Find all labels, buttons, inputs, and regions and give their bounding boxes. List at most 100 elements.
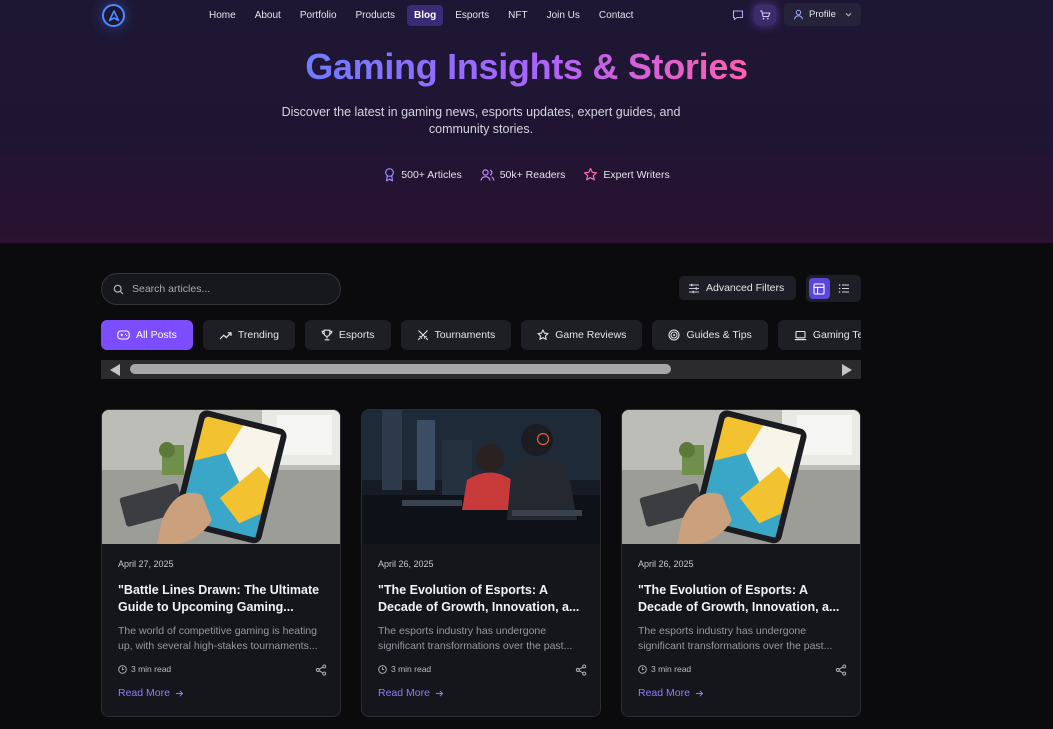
chip-label: All Posts [136,329,177,341]
nav-links: Home About Portfolio Products Blog Espor… [202,5,645,26]
nav-esports[interactable]: Esports [448,5,496,26]
star-icon [584,167,598,181]
share-icon[interactable] [575,664,587,676]
chat-icon [732,10,744,21]
read-more-label: Read More [378,687,430,699]
stat-label: 500+ Articles [401,168,462,181]
hero-stats: 500+ Articles 50k+ Readers Expert Writer… [0,167,1053,182]
read-more-link[interactable]: Read More [638,687,704,699]
nav-contact[interactable]: Contact [592,5,640,26]
view-toggle [806,275,861,302]
chip-tournaments[interactable]: Tournaments [400,320,512,350]
logo-icon [108,9,119,21]
category-filter-bar: All Posts Trending Esports Tournaments G… [101,320,861,350]
chip-label: Tournaments [434,329,496,341]
chip-gaming-tech[interactable]: Gaming Tech [777,320,861,350]
page-title: Gaming Insights & Stories [305,46,748,87]
post-image[interactable] [102,410,340,544]
users-icon [480,168,495,181]
post-excerpt: The esports industry has undergone signi… [378,625,573,652]
scroll-right-arrow[interactable] [842,364,852,376]
post-image[interactable] [622,410,860,544]
grid-view-button[interactable] [809,278,830,299]
search-box [101,273,341,305]
chip-trending[interactable]: Trending [202,320,295,350]
clock-icon [118,664,127,674]
chevron-down-icon [845,12,852,17]
post-date: April 26, 2025 [378,559,434,569]
advanced-filters-button[interactable]: Advanced Filters [679,276,796,300]
chip-guides-tips[interactable]: Guides & Tips [652,320,768,350]
chip-esports[interactable]: Esports [304,320,391,350]
nav-products[interactable]: Products [349,5,402,26]
post-date: April 26, 2025 [638,559,694,569]
scroll-thumb[interactable] [130,364,671,374]
share-icon[interactable] [835,664,847,676]
logo[interactable] [102,4,125,27]
post-meta: 3 min read [638,664,691,674]
chip-label: Esports [338,329,375,341]
top-navbar: Home About Portfolio Products Blog Espor… [0,0,1053,32]
search-input[interactable] [132,283,322,295]
list-icon [838,284,849,293]
profile-button[interactable]: Profile [784,3,861,26]
gamepad-icon [117,330,130,340]
read-time: 3 min read [651,664,692,674]
chip-label: Guides & Tips [686,329,752,341]
nav-nft[interactable]: NFT [501,5,534,26]
category-scrollbar[interactable] [101,360,861,379]
list-view-button[interactable] [834,278,855,299]
stat-writers: Expert Writers [583,167,670,182]
trophy-icon [321,329,333,341]
messages-button[interactable] [727,5,749,25]
read-more-link[interactable]: Read More [378,687,444,699]
tablet-photo [622,410,860,544]
read-time: 3 min read [131,664,172,674]
grid-icon [813,282,825,295]
tablet-photo [102,410,340,544]
nav-join-us[interactable]: Join Us [540,5,587,26]
post-meta: 3 min read [378,664,431,674]
star-icon [537,329,549,340]
post-meta: 3 min read [118,664,171,674]
sliders-icon [689,283,699,293]
cart-icon [760,10,771,20]
cart-button[interactable] [754,5,776,25]
nav-about[interactable]: About [248,5,288,26]
post-title[interactable]: "The Evolution of Esports: A Decade of G… [638,582,848,616]
trending-icon [219,331,232,339]
read-more-label: Read More [638,687,690,699]
esports-photo [362,410,600,544]
stat-readers: 50k+ Readers [480,167,566,182]
nav-portfolio[interactable]: Portfolio [293,5,344,26]
clock-icon [638,664,647,674]
chip-label: Gaming Tech [812,329,861,341]
hero-subtitle: Discover the latest in gaming news, espo… [281,105,681,136]
arrow-right-icon [175,689,184,697]
scroll-left-arrow[interactable] [110,364,120,376]
post-date: April 27, 2025 [118,559,174,569]
swords-icon [417,330,428,341]
post-card[interactable]: April 27, 2025 "Battle Lines Drawn: The … [101,409,341,717]
post-image[interactable] [362,410,600,544]
post-excerpt: The world of competitive gaming is heati… [118,625,318,652]
nav-home[interactable]: Home [202,5,243,26]
post-title[interactable]: "Battle Lines Drawn: The Ultimate Guide … [118,582,328,616]
stat-label: 50k+ Readers [499,168,566,181]
post-title[interactable]: "The Evolution of Esports: A Decade of G… [378,582,588,616]
read-more-link[interactable]: Read More [118,687,184,699]
arrow-right-icon [695,689,704,697]
share-icon[interactable] [315,664,327,676]
target-icon [668,329,680,341]
read-time: 3 min read [391,664,432,674]
post-card[interactable]: April 26, 2025 "The Evolution of Esports… [621,409,861,717]
chip-all-posts[interactable]: All Posts [101,320,193,350]
nav-blog[interactable]: Blog [406,5,444,26]
award-icon [385,168,395,182]
chip-game-reviews[interactable]: Game Reviews [521,320,643,350]
post-card[interactable]: April 26, 2025 "The Evolution of Esports… [361,409,601,717]
post-excerpt: The esports industry has undergone signi… [638,625,833,652]
profile-label: Profile [809,9,836,20]
read-more-label: Read More [118,687,170,699]
arrow-right-icon [435,689,444,697]
